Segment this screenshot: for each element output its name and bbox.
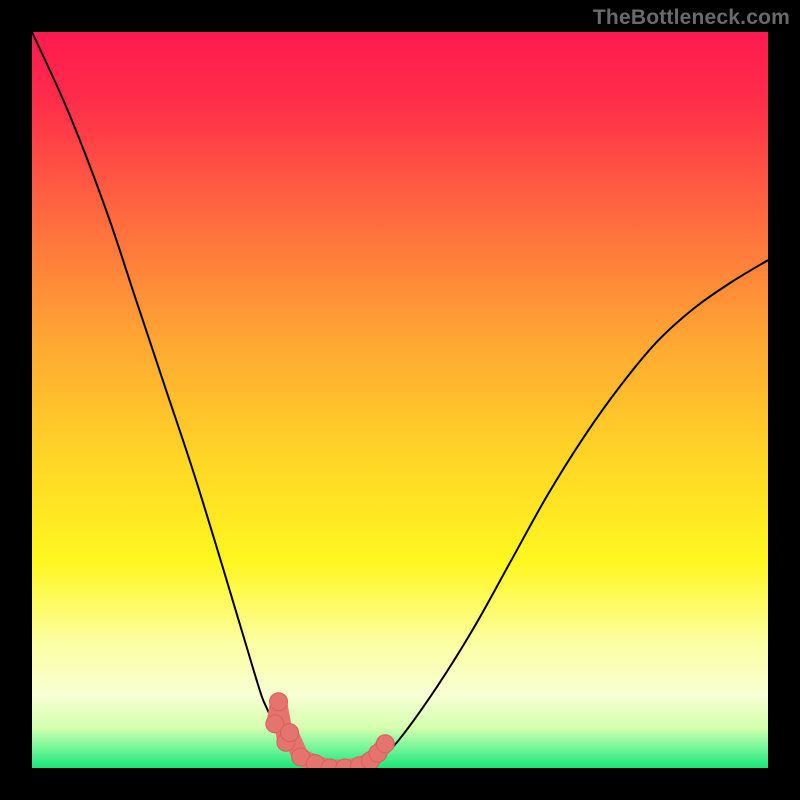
watermark-text: TheBottleneck.com <box>593 6 790 30</box>
marker-dot <box>281 724 299 742</box>
plot-area <box>32 32 768 768</box>
bottleneck-curve <box>32 32 768 768</box>
marker-dot <box>270 693 288 711</box>
outer-frame: TheBottleneck.com <box>0 0 800 800</box>
bottom-marker-cluster <box>266 693 394 768</box>
marker-dot <box>376 735 394 753</box>
chart-layer <box>32 32 768 768</box>
